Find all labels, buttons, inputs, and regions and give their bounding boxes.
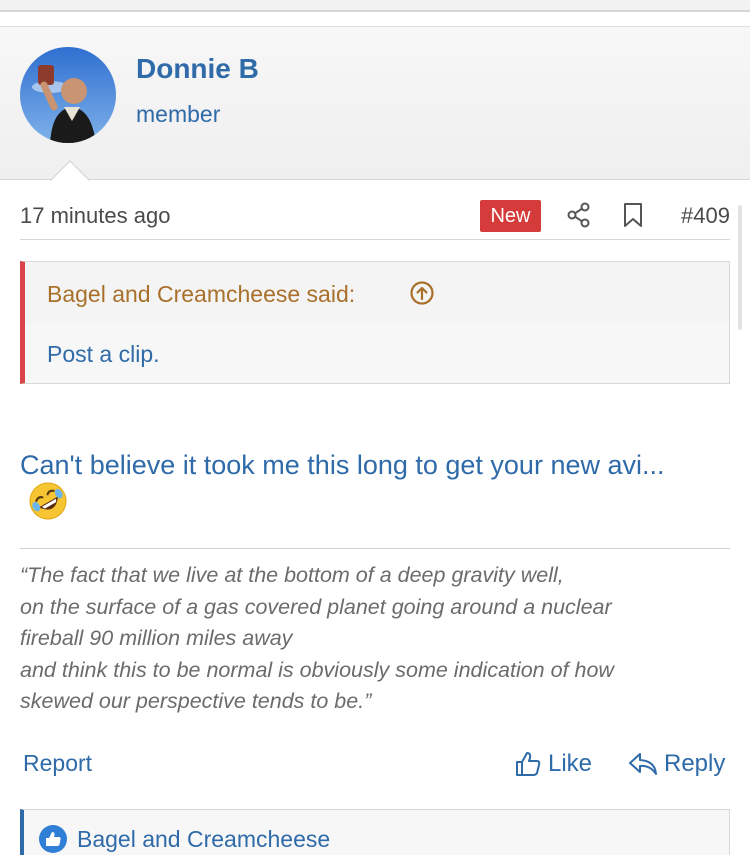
thumbs-up-icon [516,752,541,776]
signature-line: skewed our perspective tends to be.” [20,689,372,713]
quote-block: Bagel and Creamcheese said: Post a clip. [20,261,730,384]
signature-line: “The fact that we live at the bottom of … [20,563,564,587]
avatar[interactable] [20,47,116,143]
signature: “The fact that we live at the bottom of … [20,560,730,718]
reply-label: Reply [664,750,726,777]
reaction-user-link[interactable]: Bagel and Creamcheese [77,826,330,853]
post-body: Can't believe it took me this long to ge… [20,446,700,525]
post-body-text: Can't believe it took me this long to ge… [20,450,665,480]
quote-author-label[interactable]: Bagel and Creamcheese said: [47,281,355,308]
post-user-header: Donnie B member [0,26,750,181]
arrow-up-circle-icon[interactable] [409,280,435,306]
post-number-link[interactable]: #409 [681,203,730,229]
post-meta-row: 17 minutes ago New #409 [20,196,730,240]
like-button[interactable]: Like [514,748,592,780]
signature-divider [20,548,730,549]
reactions-bar: Bagel and Creamcheese [20,809,730,855]
post-timestamp[interactable]: 17 minutes ago [20,203,170,229]
username[interactable]: Donnie B [136,53,259,85]
top-divider-strip [0,0,750,12]
signature-line: on the surface of a gas covered planet g… [20,594,612,619]
quote-text: Post a clip. [47,341,160,367]
reply-button[interactable]: Reply [628,748,725,780]
new-badge: New [480,200,541,232]
share-icon[interactable] [566,202,592,228]
like-reaction-icon [39,825,67,853]
rolling-on-floor-laughing-emoji-icon [29,482,67,520]
header-pointer-arrow [50,160,90,181]
report-link[interactable]: Report [23,750,92,777]
user-title: member [136,101,221,127]
like-label: Like [548,750,593,777]
scrollbar[interactable] [738,205,742,330]
signature-line: and think this to be normal is obviously… [20,657,614,682]
signature-line: fireball 90 million miles away [20,626,293,650]
bookmark-icon[interactable] [622,202,644,228]
reply-arrow-icon [629,753,657,775]
quote-header: Bagel and Creamcheese said: [25,262,729,323]
